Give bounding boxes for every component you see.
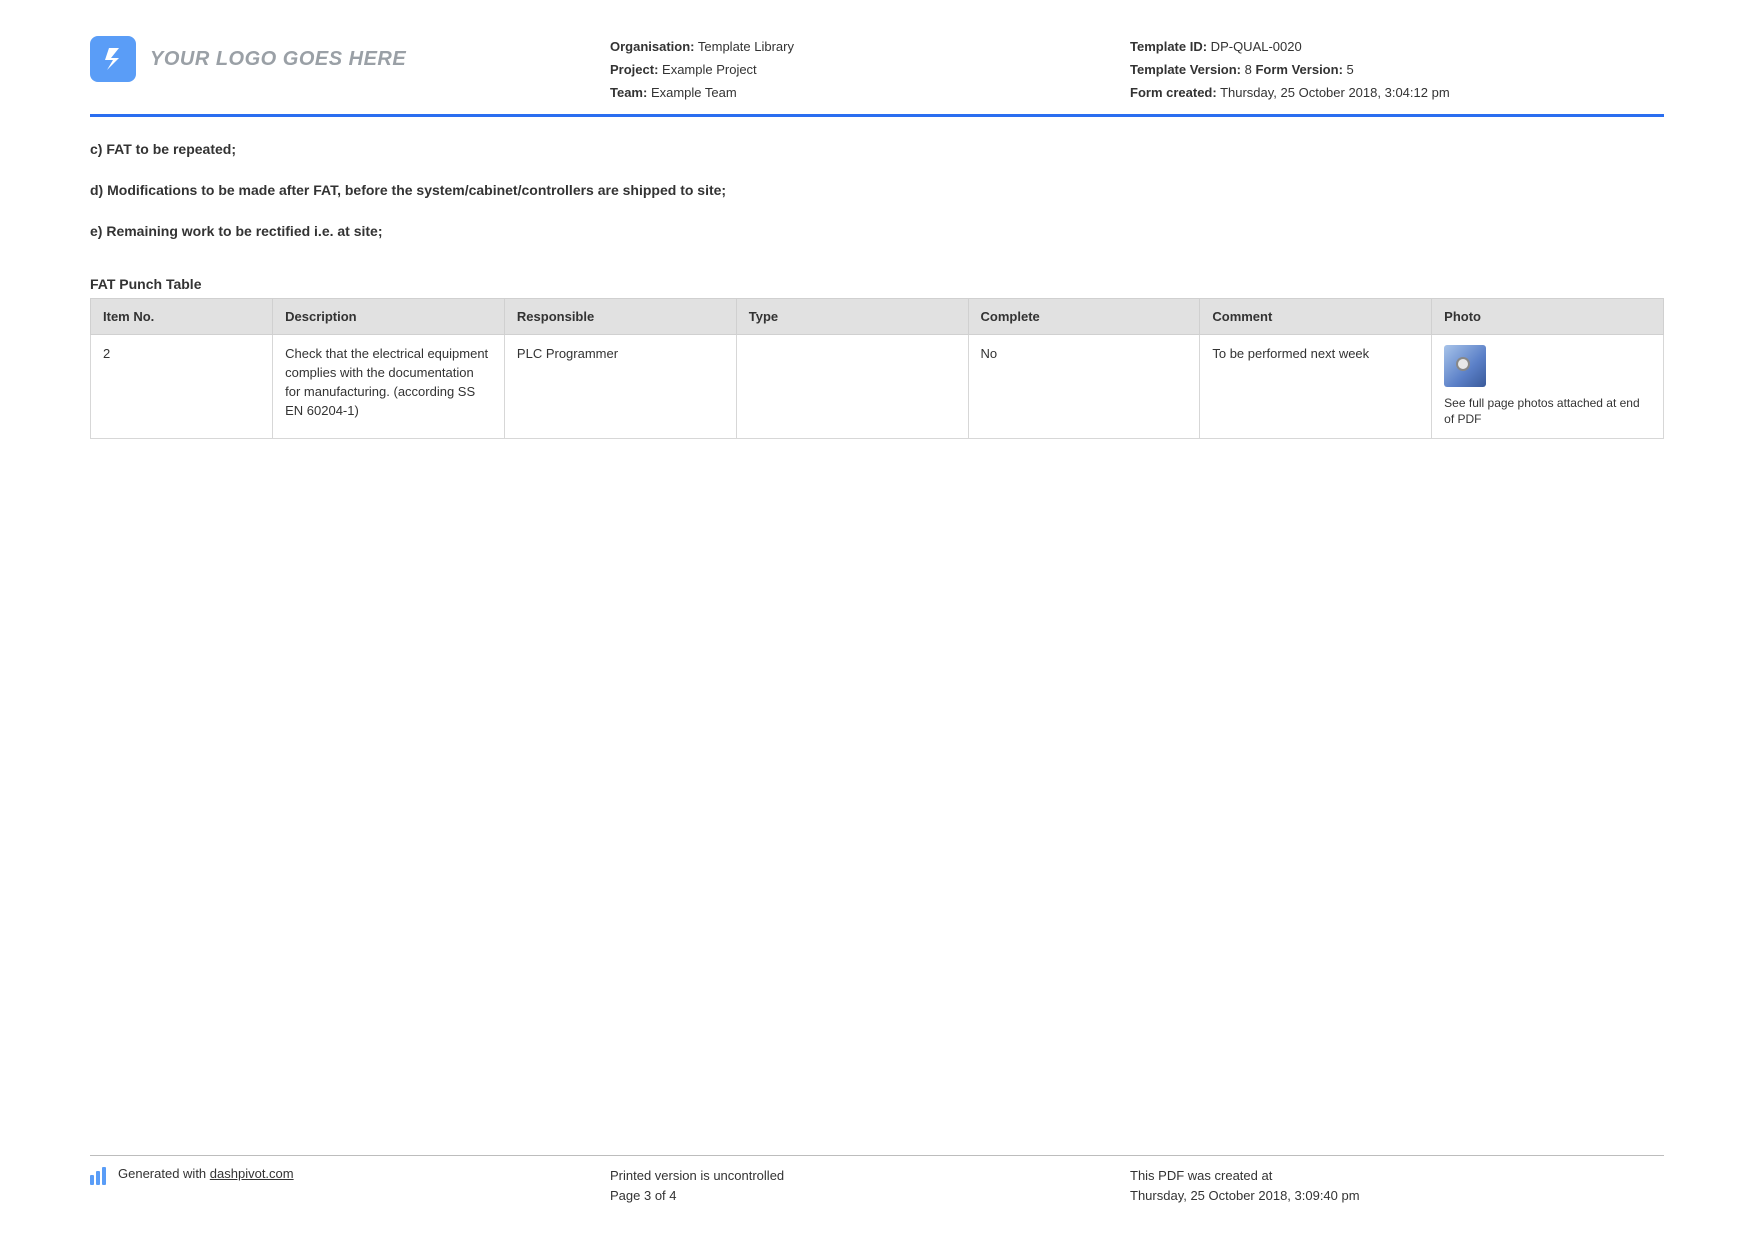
footer-created-info: This PDF was created at Thursday, 25 Oct… <box>1130 1166 1664 1206</box>
organisation-label: Organisation: <box>610 39 695 54</box>
logo-block: YOUR LOGO GOES HERE <box>90 36 610 82</box>
form-created-label: Form created: <box>1130 85 1217 100</box>
col-header-comment: Comment <box>1200 299 1432 335</box>
template-version-label: Template Version: <box>1130 62 1241 77</box>
fat-punch-table: Item No. Description Responsible Type Co… <box>90 298 1664 438</box>
organisation-value: Template Library <box>695 39 794 54</box>
footer-print-info: Printed version is uncontrolled Page 3 o… <box>610 1166 1130 1206</box>
template-version-value: 8 <box>1241 62 1255 77</box>
col-header-type: Type <box>736 299 968 335</box>
header-meta-right: Template ID: DP-QUAL-0020 Template Versi… <box>1130 36 1664 104</box>
line-e: e) Remaining work to be rectified i.e. a… <box>90 221 1664 242</box>
footer-generated: Generated with dashpivot.com <box>90 1166 610 1206</box>
header-meta-mid: Organisation: Template Library Project: … <box>610 36 1130 104</box>
body-text: c) FAT to be repeated; d) Modifications … <box>90 139 1664 242</box>
form-version-value: 5 <box>1343 62 1354 77</box>
cell-item-no: 2 <box>91 335 273 438</box>
photo-note-text: See full page photos attached at end of … <box>1444 395 1651 427</box>
uncontrolled-note: Printed version is uncontrolled <box>610 1166 1130 1186</box>
col-header-description: Description <box>273 299 505 335</box>
cell-type <box>736 335 968 438</box>
dashpivot-logo-icon <box>90 1167 110 1185</box>
generated-prefix: Generated with <box>118 1166 210 1181</box>
template-id-value: DP-QUAL-0020 <box>1207 39 1302 54</box>
logo-placeholder-text: YOUR LOGO GOES HERE <box>150 48 406 71</box>
col-header-item: Item No. <box>91 299 273 335</box>
dashpivot-link[interactable]: dashpivot.com <box>210 1166 294 1181</box>
line-c: c) FAT to be repeated; <box>90 139 1664 160</box>
document-footer: Generated with dashpivot.com Printed ver… <box>90 1155 1664 1206</box>
col-header-complete: Complete <box>968 299 1200 335</box>
template-id-label: Template ID: <box>1130 39 1207 54</box>
col-header-responsible: Responsible <box>504 299 736 335</box>
document-header: YOUR LOGO GOES HERE Organisation: Templa… <box>90 36 1664 117</box>
project-label: Project: <box>610 62 658 77</box>
col-header-photo: Photo <box>1432 299 1664 335</box>
table-row: 2 Check that the electrical equipment co… <box>91 335 1664 438</box>
form-version-label: Form Version: <box>1255 62 1342 77</box>
pdf-created-label: This PDF was created at <box>1130 1166 1664 1186</box>
team-label: Team: <box>610 85 647 100</box>
cell-complete: No <box>968 335 1200 438</box>
team-value: Example Team <box>647 85 736 100</box>
cell-comment: To be performed next week <box>1200 335 1432 438</box>
app-logo-icon <box>90 36 136 82</box>
form-created-value: Thursday, 25 October 2018, 3:04:12 pm <box>1217 85 1450 100</box>
project-value: Example Project <box>658 62 756 77</box>
section-title: FAT Punch Table <box>90 276 1664 292</box>
table-header-row: Item No. Description Responsible Type Co… <box>91 299 1664 335</box>
page-number: Page 3 of 4 <box>610 1186 1130 1206</box>
photo-thumbnail-icon <box>1444 345 1486 387</box>
cell-responsible: PLC Programmer <box>504 335 736 438</box>
cell-photo: See full page photos attached at end of … <box>1432 335 1664 438</box>
cell-description: Check that the electrical equipment comp… <box>273 335 505 438</box>
line-d: d) Modifications to be made after FAT, b… <box>90 180 1664 201</box>
pdf-created-timestamp: Thursday, 25 October 2018, 3:09:40 pm <box>1130 1186 1664 1206</box>
